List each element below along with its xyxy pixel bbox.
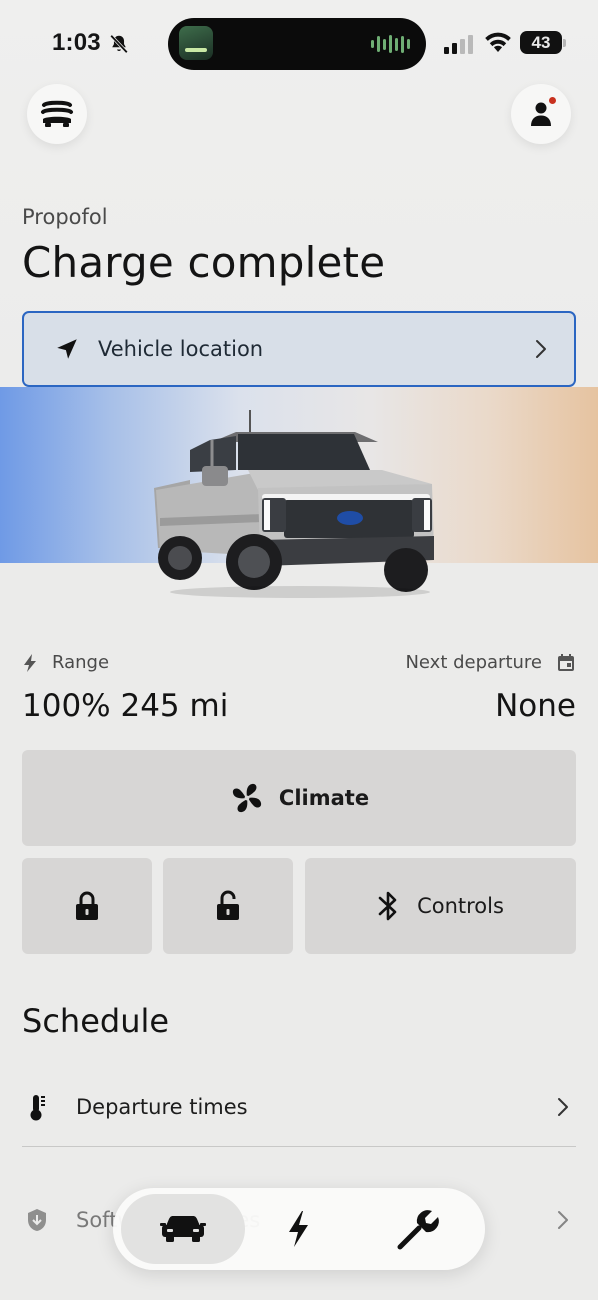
departure-times-label: Departure times — [76, 1094, 248, 1119]
person-icon — [531, 102, 551, 126]
app-icon — [179, 26, 213, 60]
range-label-group: Range — [22, 652, 109, 673]
lightning-icon — [24, 653, 36, 672]
chevron-right-icon — [558, 1211, 568, 1229]
battery-icon: 43 — [520, 31, 562, 54]
schedule-heading: Schedule — [22, 1002, 170, 1040]
wrench-icon — [397, 1210, 439, 1250]
app-screen: 1:03 43 Propofol Charge complete Vehicle… — [0, 0, 598, 1300]
wifi-icon — [485, 32, 511, 52]
navigation-arrow-icon — [57, 339, 77, 359]
next-departure-label-group: Next departure — [405, 652, 576, 673]
tab-charge[interactable] — [253, 1194, 343, 1264]
charge-status-title: Charge complete — [22, 238, 386, 287]
bell-slash-icon — [110, 34, 128, 54]
climate-button[interactable]: Climate — [22, 750, 576, 846]
bluetooth-icon — [378, 891, 397, 921]
tab-service[interactable] — [363, 1194, 473, 1264]
bottom-tab-bar — [113, 1188, 485, 1270]
lightning-icon — [289, 1211, 308, 1247]
lock-button[interactable] — [22, 858, 152, 954]
chevron-right-icon — [558, 1098, 568, 1116]
status-time: 1:03 — [52, 29, 101, 56]
audio-wave-icon — [371, 35, 410, 53]
battery-cap — [563, 39, 566, 47]
controls-button[interactable]: Controls — [305, 858, 576, 954]
departure-times-row[interactable]: Departure times — [22, 1067, 576, 1147]
dynamic-island — [168, 18, 426, 70]
pickup-truck-image — [154, 410, 434, 598]
fan-icon — [232, 783, 262, 813]
range-label: Range — [52, 652, 110, 673]
lock-icon — [76, 891, 98, 920]
thermometer-icon — [22, 1092, 52, 1122]
status-bar: 1:03 43 — [0, 0, 598, 86]
climate-label: Climate — [278, 786, 370, 810]
shield-download-icon — [22, 1207, 52, 1233]
unlock-icon — [217, 890, 239, 920]
vehicle-location-label: Vehicle location — [98, 337, 264, 361]
controls-label: Controls — [417, 894, 504, 918]
car-icon — [160, 1216, 206, 1242]
next-departure-value: None — [495, 688, 576, 724]
vehicle-name: Propofol — [22, 205, 108, 229]
account-button[interactable] — [511, 84, 571, 144]
vehicle-menu-button[interactable] — [27, 84, 87, 144]
range-value: 100% 245 mi — [22, 688, 229, 724]
vehicle-location-button[interactable]: Vehicle location — [22, 311, 576, 387]
signal-icon — [444, 34, 473, 54]
next-departure-label: Next departure — [405, 652, 542, 673]
vehicles-stack-icon — [41, 100, 73, 127]
tab-vehicle[interactable] — [121, 1194, 245, 1264]
unlock-button[interactable] — [163, 858, 293, 954]
calendar-icon — [558, 653, 574, 671]
chevron-right-icon — [536, 340, 546, 358]
notification-dot — [548, 96, 557, 105]
